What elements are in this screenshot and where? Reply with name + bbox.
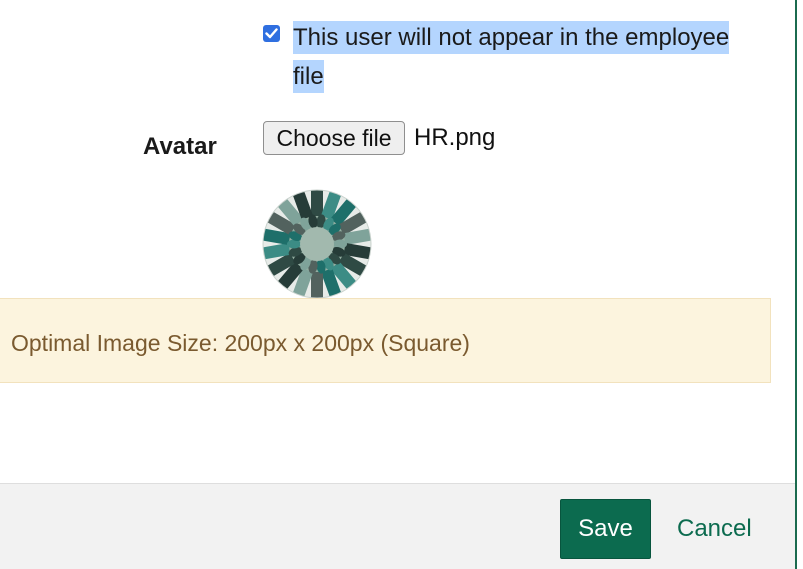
hands-circle-avatar-icon	[262, 189, 372, 299]
panel-right-border	[795, 0, 797, 569]
save-button[interactable]: Save	[560, 499, 651, 559]
image-size-notice: Optimal Image Size: 200px x 200px (Squar…	[0, 298, 771, 383]
user-form: This user will not appear in the employe…	[0, 0, 803, 569]
hide-from-employee-file-checkbox[interactable]	[263, 25, 280, 42]
form-footer	[0, 483, 795, 569]
selected-text: This user will not appear in the employe…	[293, 21, 730, 93]
choose-file-button[interactable]: Choose file	[263, 121, 405, 155]
selected-file-name: HR.png	[414, 124, 496, 151]
checkmark-icon	[265, 28, 278, 39]
avatar-field-label: Avatar	[143, 133, 217, 160]
cancel-link[interactable]: Cancel	[677, 515, 752, 543]
hide-from-employee-file-label[interactable]: This user will not appear in the employe…	[293, 18, 753, 96]
image-size-notice-text: Optimal Image Size: 200px x 200px (Squar…	[11, 330, 470, 356]
